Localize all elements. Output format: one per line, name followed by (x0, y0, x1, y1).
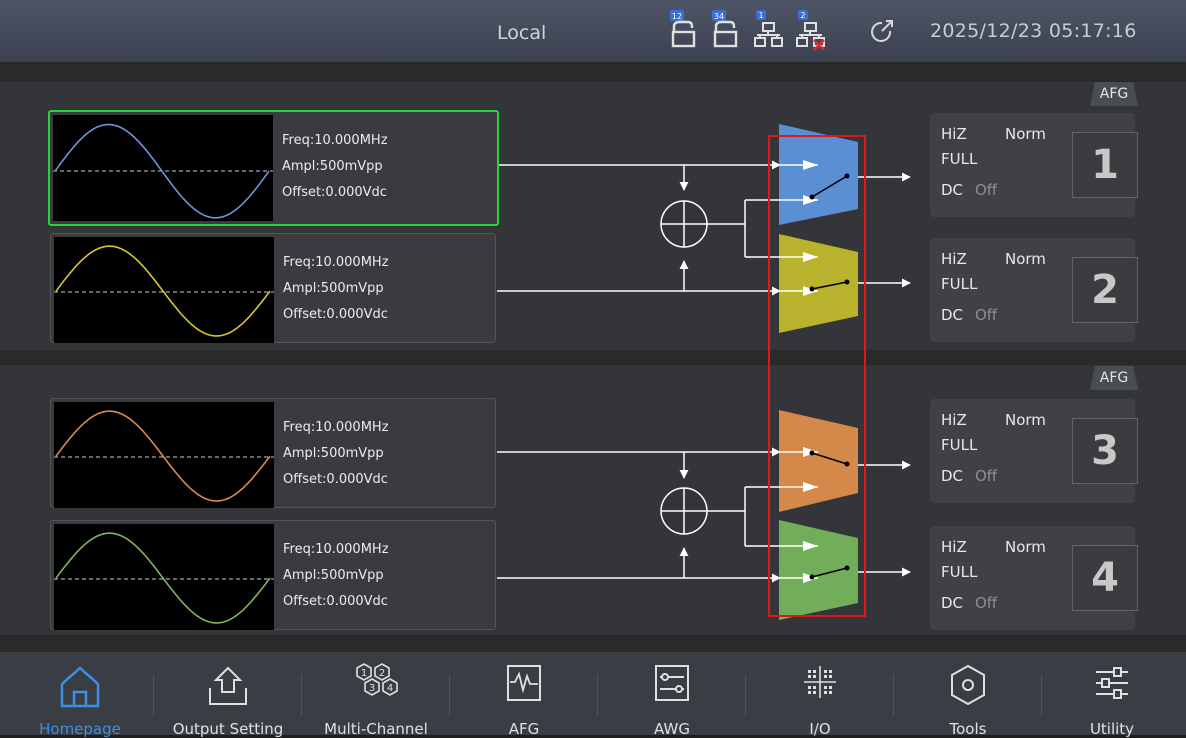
polarity-value: Norm (1005, 250, 1046, 268)
nav-label: Utility (1089, 720, 1135, 738)
mux-ch1 (779, 124, 858, 225)
output-ch2[interactable]: HiZ Norm FULL DC Off 2 (930, 238, 1138, 342)
output-ch4[interactable]: HiZ Norm FULL DC Off 4 (930, 526, 1138, 630)
channel-number-button[interactable]: 1 (1072, 132, 1138, 198)
mux-ch2 (779, 234, 858, 333)
waveform-ch3 (54, 402, 274, 508)
svg-text:4: 4 (387, 683, 393, 694)
offset-value: Offset:0.000Vdc (283, 594, 388, 609)
freq-value: Freq:10.000MHz (283, 542, 389, 557)
coupling-value: DC (941, 594, 964, 612)
nav-afg[interactable]: AFG (450, 652, 598, 738)
bandwidth-value: FULL (941, 150, 978, 168)
awg-icon (655, 665, 689, 701)
offset-value: Offset:0.000Vdc (282, 185, 387, 200)
nav-output-setting[interactable]: Output Setting (154, 652, 302, 738)
bottom-nav: Homepage Output Setting 1 23 4 Multi-Chann… (0, 652, 1186, 738)
bandwidth-value: FULL (941, 436, 978, 454)
output-icon (209, 666, 247, 705)
svg-text:3: 3 (369, 683, 375, 694)
load-value: HiZ (941, 250, 967, 268)
output-state: Off (975, 594, 998, 612)
mux-ch3 (779, 410, 858, 512)
channel-number-button[interactable]: 4 (1072, 545, 1138, 611)
coupling-value: DC (941, 467, 964, 485)
nav-label: Tools (949, 720, 987, 738)
polarity-value: Norm (1005, 411, 1046, 429)
offset-value: Offset:0.000Vdc (283, 472, 388, 487)
ampl-value: Ampl:500mVpp (283, 281, 384, 296)
nav-label: Homepage (39, 720, 121, 738)
output-state: Off (975, 306, 998, 324)
ampl-value: Ampl:500mVpp (282, 159, 383, 174)
output-ch1[interactable]: HiZ Norm FULL DC Off 1 (930, 113, 1138, 217)
output-state: Off (975, 181, 998, 199)
channel-number-button[interactable]: 3 (1072, 418, 1138, 484)
nav-label: Multi-Channel (324, 720, 428, 738)
home-icon (60, 666, 100, 708)
nav-tools[interactable]: Tools (894, 652, 1042, 738)
nav-homepage[interactable]: Homepage (6, 652, 154, 738)
load-value: HiZ (941, 538, 967, 556)
freq-value: Freq:10.000MHz (282, 133, 388, 148)
afg-icon (507, 665, 541, 701)
load-value: HiZ (941, 411, 967, 429)
ampl-value: Ampl:500mVpp (283, 446, 384, 461)
nav-label: AFG (508, 720, 540, 738)
nav-awg[interactable]: AWG (598, 652, 746, 738)
utility-icon (1096, 667, 1128, 699)
nav-io[interactable]: I/O (746, 652, 894, 738)
waveform-ch2 (54, 237, 274, 343)
freq-value: Freq:10.000MHz (283, 420, 389, 435)
channel-3-box[interactable]: Freq:10.000MHz Ampl:500mVpp Offset:0.000… (50, 398, 496, 508)
nav-utility[interactable]: Utility (1038, 652, 1186, 738)
channel-4-box[interactable]: Freq:10.000MHz Ampl:500mVpp Offset:0.000… (50, 520, 496, 630)
coupling-value: DC (941, 181, 964, 199)
load-value: HiZ (941, 125, 967, 143)
ampl-value: Ampl:500mVpp (283, 568, 384, 583)
coupling-value: DC (941, 306, 964, 324)
channel-number-button[interactable]: 2 (1072, 257, 1138, 323)
mux-ch4 (779, 520, 858, 620)
tools-icon (951, 664, 985, 706)
offset-value: Offset:0.000Vdc (283, 307, 388, 322)
output-state: Off (975, 467, 998, 485)
polarity-value: Norm (1005, 125, 1046, 143)
channel-2-box[interactable]: Freq:10.000MHz Ampl:500mVpp Offset:0.000… (50, 233, 496, 343)
channel-1-box[interactable]: Freq:10.000MHz Ampl:500mVpp Offset:0.000… (48, 110, 499, 226)
nav-multi-channel[interactable]: 1 23 4 Multi-Channel (302, 652, 450, 738)
waveform-ch1 (53, 115, 273, 221)
bandwidth-value: FULL (941, 275, 978, 293)
nav-label: AWG (654, 720, 690, 738)
io-icon (804, 666, 836, 698)
waveform-ch4 (54, 524, 274, 630)
svg-text:2: 2 (379, 668, 385, 679)
multi-channel-icon: 1 23 4 (356, 663, 398, 696)
output-ch3[interactable]: HiZ Norm FULL DC Off 3 (930, 399, 1138, 503)
polarity-value: Norm (1005, 538, 1046, 556)
nav-label: Output Setting (172, 720, 284, 738)
nav-label: I/O (809, 720, 831, 738)
bandwidth-value: FULL (941, 563, 978, 581)
svg-text:1: 1 (361, 668, 367, 679)
freq-value: Freq:10.000MHz (283, 255, 389, 270)
